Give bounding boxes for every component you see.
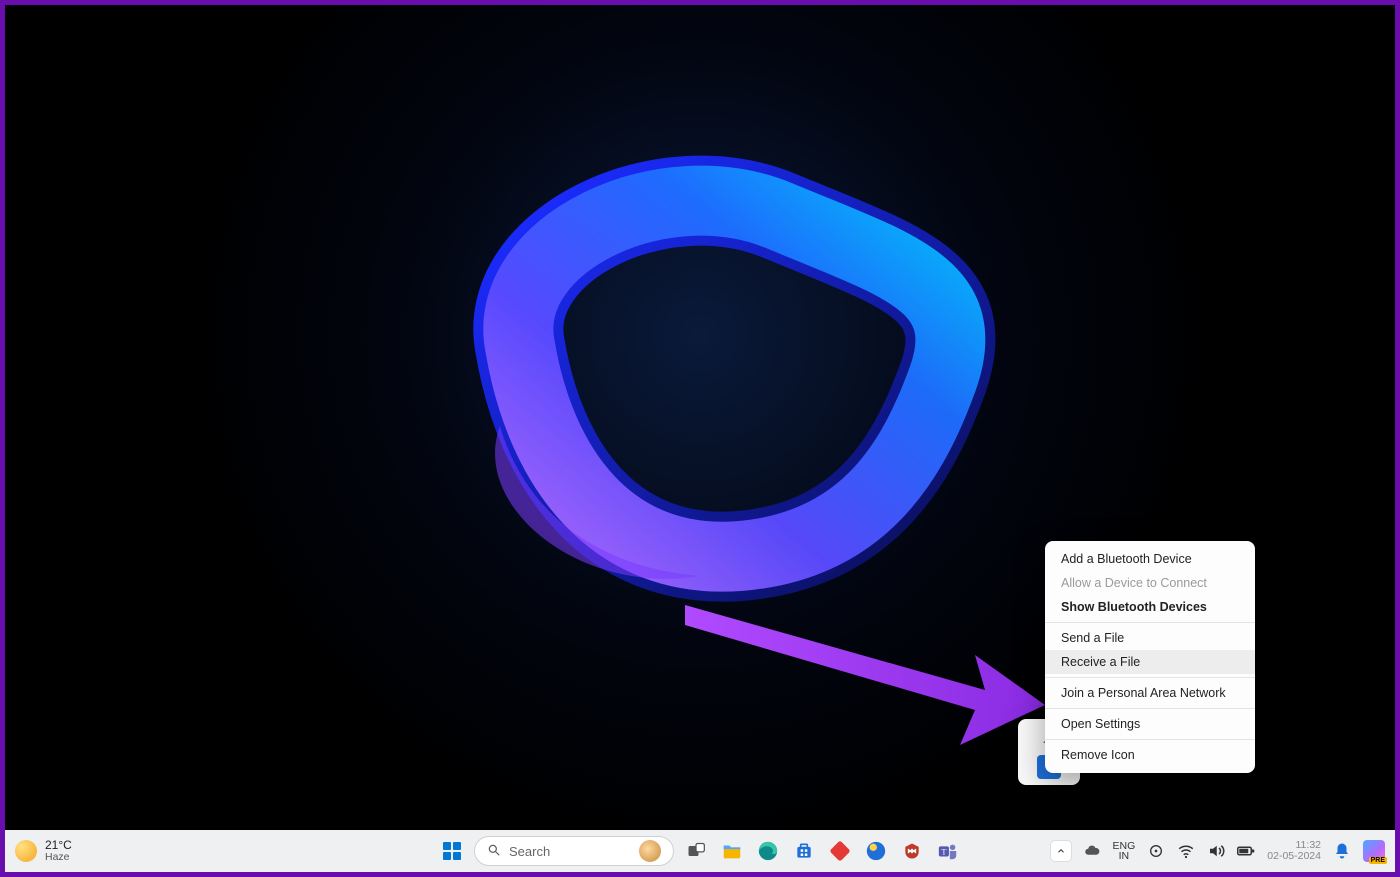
teams-button[interactable]: T xyxy=(934,837,962,865)
taskbar: 21°C Haze Search xyxy=(5,830,1395,872)
copilot-button[interactable] xyxy=(1363,840,1385,862)
language-indicator[interactable]: ENG IN xyxy=(1113,841,1136,862)
start-button[interactable] xyxy=(438,837,466,865)
svg-text:T: T xyxy=(941,848,946,857)
windows-icon xyxy=(443,842,461,860)
menu-item-show-devices[interactable]: Show Bluetooth Devices xyxy=(1045,595,1255,619)
taskbar-widgets[interactable]: 21°C Haze xyxy=(15,839,72,863)
menu-item-remove-icon[interactable]: Remove Icon xyxy=(1045,743,1255,767)
weather-temp: 21°C xyxy=(45,839,72,852)
desktop[interactable]: Add a Bluetooth Device Allow a Device to… xyxy=(5,5,1395,830)
menu-item-join-pan[interactable]: Join a Personal Area Network xyxy=(1045,681,1255,705)
battery-icon[interactable] xyxy=(1237,842,1255,860)
search-art-icon xyxy=(639,840,661,862)
clock[interactable]: 11:32 02-05-2024 xyxy=(1267,840,1321,862)
language-bottom: IN xyxy=(1113,851,1136,862)
wifi-icon[interactable] xyxy=(1177,842,1195,860)
menu-item-add-device[interactable]: Add a Bluetooth Device xyxy=(1045,547,1255,571)
menu-item-open-settings[interactable]: Open Settings xyxy=(1045,712,1255,736)
menu-separator xyxy=(1045,677,1255,678)
app-icon-red[interactable] xyxy=(826,837,854,865)
edge-button[interactable] xyxy=(754,837,782,865)
clock-date: 02-05-2024 xyxy=(1267,851,1321,862)
onedrive-icon[interactable] xyxy=(1083,842,1101,860)
weather-condition: Haze xyxy=(45,852,72,863)
search-placeholder: Search xyxy=(509,844,550,859)
volume-icon[interactable] xyxy=(1207,842,1225,860)
task-view-button[interactable] xyxy=(682,837,710,865)
app-icon-globe[interactable] xyxy=(862,837,890,865)
search-icon xyxy=(487,843,501,860)
menu-separator xyxy=(1045,739,1255,740)
file-explorer-button[interactable] xyxy=(718,837,746,865)
menu-item-receive-file[interactable]: Receive a File xyxy=(1045,650,1255,674)
bluetooth-context-menu: Add a Bluetooth Device Allow a Device to… xyxy=(1045,541,1255,773)
menu-separator xyxy=(1045,622,1255,623)
tray-overflow-button[interactable] xyxy=(1051,841,1071,861)
menu-separator xyxy=(1045,708,1255,709)
store-button[interactable] xyxy=(790,837,818,865)
wallpaper-graphic xyxy=(380,126,1020,626)
weather-icon xyxy=(15,840,37,862)
notifications-button[interactable] xyxy=(1333,842,1351,860)
mcafee-button[interactable] xyxy=(898,837,926,865)
network-extra-icon[interactable] xyxy=(1147,842,1165,860)
menu-item-allow-connect: Allow a Device to Connect xyxy=(1045,571,1255,595)
menu-item-send-file[interactable]: Send a File xyxy=(1045,626,1255,650)
taskbar-search[interactable]: Search xyxy=(474,836,674,866)
